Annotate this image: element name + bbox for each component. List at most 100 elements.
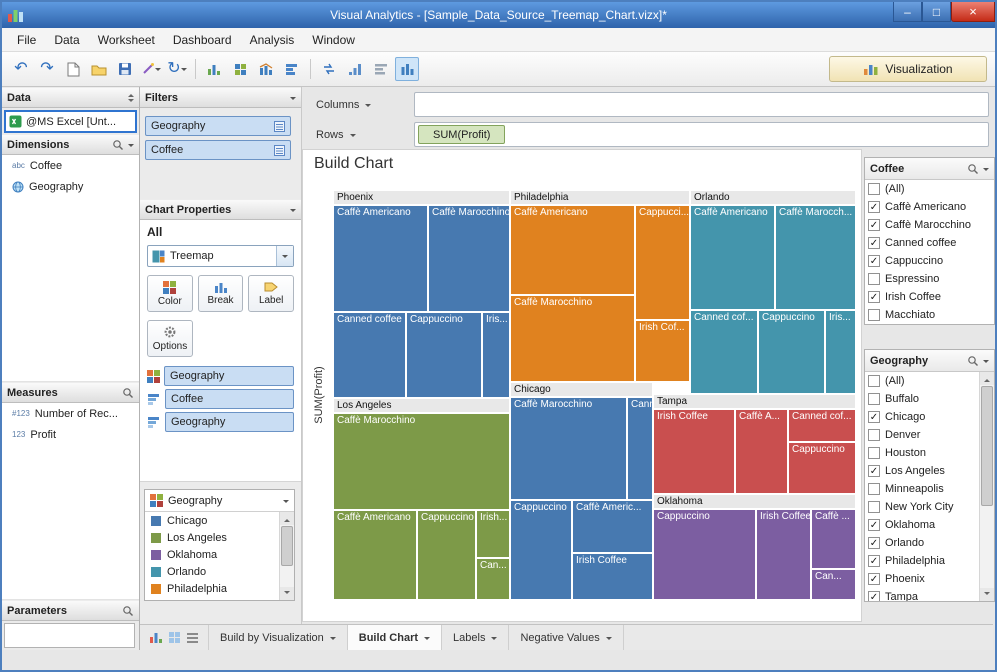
checkbox[interactable]: [868, 519, 880, 531]
filter-pill-geography[interactable]: Geography: [145, 116, 291, 136]
treemap-cell[interactable]: Cappuccino: [406, 312, 482, 398]
treemap-cell[interactable]: Caffè Marocch...: [775, 205, 856, 310]
checkbox[interactable]: [868, 255, 880, 267]
checkbox[interactable]: [868, 501, 880, 513]
treemap-cell[interactable]: Cappucci...: [635, 205, 690, 320]
legend-item[interactable]: Oklahoma: [145, 546, 294, 563]
menu-item[interactable]: Window: [303, 29, 364, 51]
treemap-cell[interactable]: Caffè Marocchino: [510, 295, 635, 382]
scroll-up-icon[interactable]: [280, 512, 294, 525]
coffee-filter-item[interactable]: Canned coffee: [865, 234, 994, 252]
geography-filter-item[interactable]: Phoenix: [865, 570, 994, 588]
treemap-cell[interactable]: Can...: [811, 569, 856, 600]
menu-item[interactable]: File: [8, 29, 45, 51]
chevron-down-icon[interactable]: [424, 636, 431, 643]
chart-sheet-icon[interactable]: [149, 631, 163, 644]
treemap-cell[interactable]: Cappuccino: [788, 442, 856, 494]
checkbox[interactable]: [868, 573, 880, 585]
coffee-filter-item[interactable]: Irish Coffee: [865, 288, 994, 306]
geography-filter-item[interactable]: Tampa: [865, 588, 994, 601]
scroll-thumb[interactable]: [281, 526, 293, 566]
coffee-filter-item[interactable]: (All): [865, 180, 994, 198]
dashboard-grid-icon[interactable]: [168, 631, 181, 644]
chevron-down-icon[interactable]: [605, 636, 612, 643]
chart-type-select[interactable]: Treemap: [147, 245, 294, 267]
geography-filter-item[interactable]: Denver: [865, 426, 994, 444]
measure-item-number-of-records[interactable]: #123 Number of Rec...: [2, 403, 139, 424]
grid-chart-icon[interactable]: [228, 57, 252, 81]
parameters-header[interactable]: Parameters: [2, 600, 139, 621]
treemap-group-header[interactable]: Phoenix: [333, 190, 510, 205]
geography-filter-item[interactable]: Houston: [865, 444, 994, 462]
checkbox[interactable]: [868, 555, 880, 567]
align-bars-icon[interactable]: [369, 57, 393, 81]
treemap-cell[interactable]: Irish Coffee: [653, 409, 735, 494]
legend-item[interactable]: Chicago: [145, 512, 294, 529]
chevron-down-icon[interactable]: [983, 167, 989, 174]
hbar-chart-icon[interactable]: [280, 57, 304, 81]
measure-item-profit[interactable]: 123 Profit: [2, 424, 139, 445]
options-button[interactable]: Options: [147, 320, 193, 357]
treemap-cell[interactable]: Caffè Americano: [510, 205, 635, 295]
treemap-cell[interactable]: Canned coffee: [333, 312, 406, 398]
treemap-cell[interactable]: Irish Coffee: [572, 553, 653, 600]
search-icon[interactable]: [122, 387, 134, 399]
columns-label[interactable]: Columns: [302, 99, 414, 111]
chevron-down-icon[interactable]: [283, 499, 289, 506]
coffee-filter-item[interactable]: Caffè Americano: [865, 198, 994, 216]
geography-filter-item[interactable]: Philadelphia: [865, 552, 994, 570]
checkbox[interactable]: [868, 483, 880, 495]
refresh-icon[interactable]: ↻: [165, 57, 189, 81]
treemap-cell[interactable]: Canned ...: [627, 397, 653, 500]
dimension-item-coffee[interactable]: abc Coffee: [2, 155, 139, 176]
bottom-tab[interactable]: Labels: [442, 625, 510, 650]
geography-filter-item[interactable]: (All): [865, 372, 994, 390]
coffee-filter-item[interactable]: Cappuccino: [865, 252, 994, 270]
legend-scrollbar[interactable]: [279, 512, 294, 600]
legend-item[interactable]: Philadelphia: [145, 580, 294, 597]
treemap-cell[interactable]: Cappuccino: [510, 500, 572, 600]
data-panel-header[interactable]: Data: [2, 87, 139, 108]
chevron-down-icon[interactable]: [290, 208, 296, 215]
treemap-cell[interactable]: Caffè Marocchino: [510, 397, 627, 500]
treemap-cell[interactable]: Iris...: [825, 310, 856, 394]
column-chart-icon[interactable]: [202, 57, 226, 81]
maximize-button[interactable]: □: [922, 2, 951, 22]
geography-scrollbar[interactable]: [979, 372, 994, 601]
coffee-filter-header[interactable]: Coffee: [865, 158, 994, 180]
checkbox[interactable]: [868, 375, 880, 387]
geography-filter-item[interactable]: New York City: [865, 498, 994, 516]
checkbox[interactable]: [868, 309, 880, 321]
scroll-down-icon[interactable]: [980, 588, 994, 601]
measures-header[interactable]: Measures: [2, 382, 139, 403]
treemap-cell[interactable]: Caffè Americano: [690, 205, 775, 310]
search-icon[interactable]: [122, 605, 134, 617]
search-icon[interactable]: [967, 355, 979, 367]
coffee-filter-item[interactable]: Macchiato: [865, 306, 994, 324]
geography-filter-item[interactable]: Chicago: [865, 408, 994, 426]
menu-item[interactable]: Dashboard: [164, 29, 241, 51]
columns-shelf[interactable]: [414, 92, 989, 117]
coffee-filter-item[interactable]: Espressino: [865, 270, 994, 288]
treemap-cell[interactable]: Cappuccino: [417, 510, 476, 600]
treemap-group-header[interactable]: Tampa: [653, 394, 856, 409]
new-file-icon[interactable]: [61, 57, 85, 81]
treemap-cell[interactable]: Caffè Americano: [333, 205, 428, 312]
geography-filter-item[interactable]: Buffalo: [865, 390, 994, 408]
treemap-group-header[interactable]: Los Angeles: [333, 398, 510, 413]
treemap-cell[interactable]: Caffè Marocchino: [333, 413, 510, 510]
treemap-cell[interactable]: Irish...: [476, 510, 510, 558]
bottom-tab[interactable]: Build by Visualization: [209, 625, 348, 650]
dimension-item-geography[interactable]: Geography: [2, 176, 139, 197]
transpose-icon[interactable]: [317, 57, 341, 81]
bar-line-chart-icon[interactable]: [254, 57, 278, 81]
chart-properties-header[interactable]: Chart Properties: [140, 199, 301, 220]
geography-filter-item[interactable]: Los Angeles: [865, 462, 994, 480]
treemap-cell[interactable]: Caffè Americ...: [572, 500, 653, 553]
sort-ascending-icon[interactable]: [343, 57, 367, 81]
checkbox[interactable]: [868, 591, 880, 601]
coffee-filter-item[interactable]: Caffè Marocchino: [865, 216, 994, 234]
checkbox[interactable]: [868, 429, 880, 441]
undo-icon[interactable]: ↶: [9, 57, 33, 81]
treemap-cell[interactable]: Caffè A...: [735, 409, 788, 494]
